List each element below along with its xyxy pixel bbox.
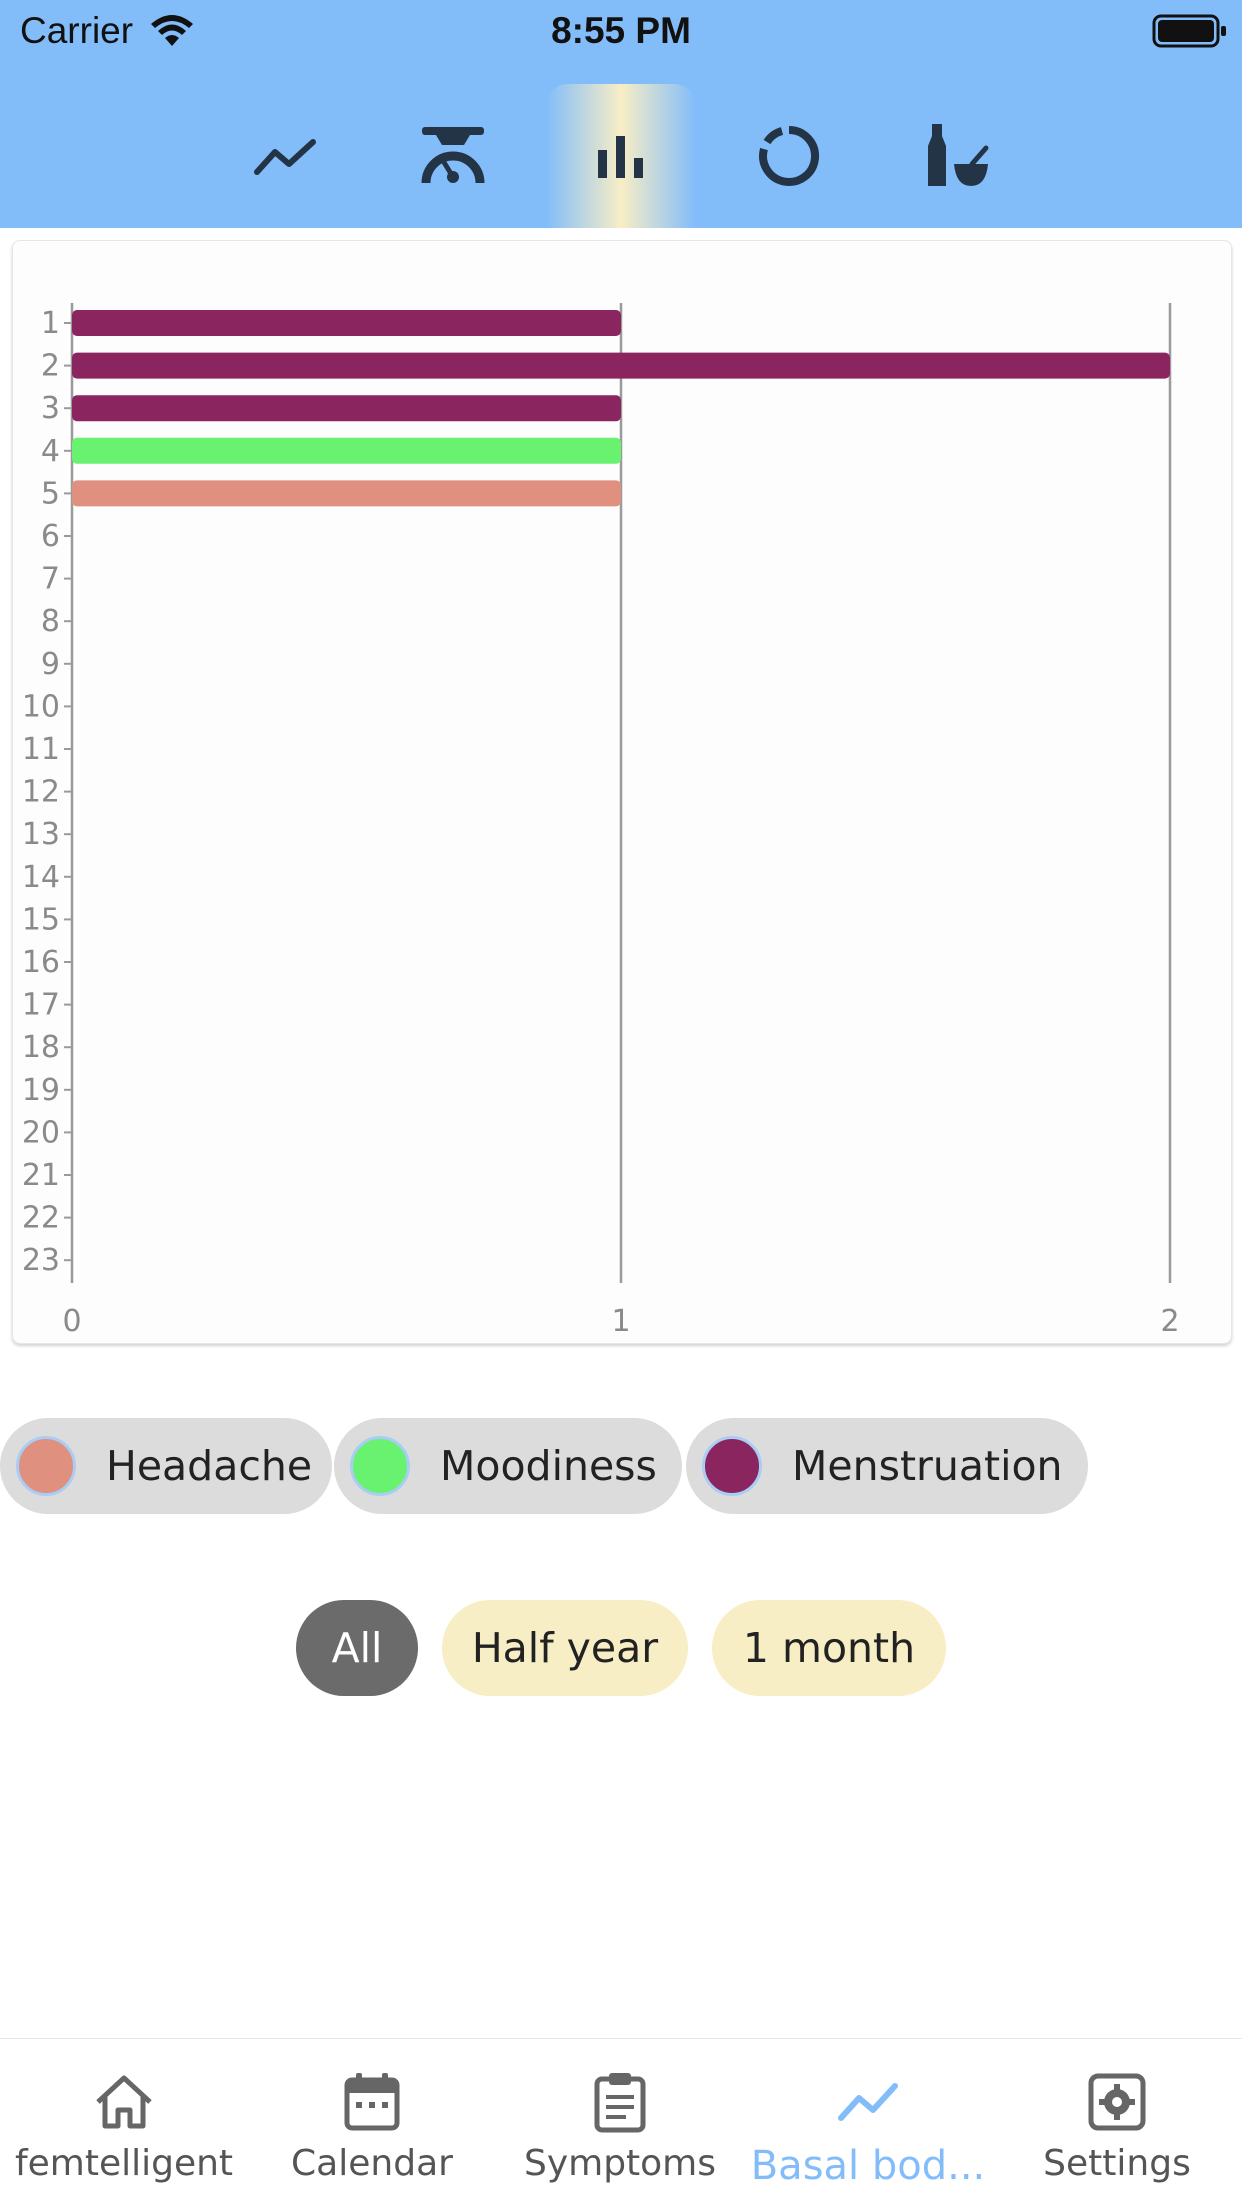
x-tick-label: 0 [62,1304,81,1339]
y-tick-label: 10 [22,689,60,724]
y-tick-label: 4 [41,434,60,469]
clipboard-icon [594,2069,646,2135]
y-tick-label: 13 [22,817,60,852]
tab-donut-chart[interactable] [714,84,864,228]
y-tick-label: 23 [22,1243,60,1278]
y-tick-label: 5 [41,476,60,511]
home-icon [94,2069,154,2135]
legend-chip-moodiness[interactable]: Moodiness [334,1418,682,1514]
y-tick-label: 2 [41,349,60,384]
x-tick-label: 2 [1160,1304,1179,1339]
y-tick-label: 14 [22,860,60,895]
bar-menstruation [72,310,621,336]
legend-label: Menstruation [792,1442,1063,1490]
tab-label: femtelligent [14,2143,234,2184]
tab-bar-chart[interactable] [546,84,696,228]
tab-label: Settings [1043,2143,1191,2184]
bar-chart: 0 1 21234567891011121314151617181920212223 [22,303,1180,1339]
y-tick-label: 11 [22,732,60,767]
tab-medication[interactable] [882,84,1032,228]
mortar-pestle-icon [928,124,989,186]
calendar-icon [344,2069,400,2135]
y-tick-label: 15 [22,902,60,937]
line-chart-icon [837,2069,899,2135]
legend-label: Headache [106,1442,313,1490]
bar-menstruation [72,395,621,422]
bar-chart-icon [598,136,643,178]
gear-icon [1088,2069,1146,2135]
legend-swatch-menstruation [702,1436,762,1496]
donut-chart-icon [759,126,820,186]
y-tick-label: 21 [22,1158,60,1193]
chart-card: 0 1 2 1 2 3 4 5 6 7 8 9 10 11 12 13 14 15 16 17 18 19 20 21 22 23 [12,240,1232,1344]
tab-label: Symptoms [523,2143,717,2184]
chart-type-tabs [0,84,1242,228]
gauge-icon [421,127,485,184]
tab-femtelligent[interactable]: femtelligent [0,2039,248,2209]
status-time: 8:55 PM [551,10,691,51]
legend-label: Moodiness [440,1442,657,1490]
y-tick-label: 18 [22,1030,60,1065]
tab-basal-body[interactable]: Basal bod... [744,2039,992,2209]
y-tick-label: 16 [22,945,60,980]
range-half-year-button[interactable]: Half year [442,1600,688,1696]
tab-gauge[interactable] [378,84,528,228]
bar-headache [72,480,621,507]
tab-calendar[interactable]: Calendar [248,2039,496,2209]
y-tick-label: 20 [22,1115,60,1150]
y-tick-label: 17 [22,988,60,1023]
range-all-button[interactable]: All [296,1600,418,1696]
y-tick-label: 12 [22,775,60,810]
y-tick-label: 19 [22,1073,60,1108]
bar-moodiness [72,437,621,464]
tab-label: Calendar [291,2143,453,2184]
legend-swatch-moodiness [350,1436,410,1496]
y-tick-label: 3 [41,391,60,426]
legend-swatch-headache [16,1436,76,1496]
y-tick-label: 9 [41,647,60,682]
y-tick-label: 1 [41,306,60,341]
line-chart-icon [254,139,316,175]
bar-menstruation [72,352,1170,379]
top-header: Carrier 8:55 PM [0,0,1242,228]
battery-icon [1152,14,1228,52]
y-tick-label: 6 [41,519,60,554]
y-tick-label: 22 [22,1201,60,1236]
y-tick-label: 8 [41,604,60,639]
tab-label: Basal bod... [750,2143,986,2189]
y-tick-label: 7 [41,562,60,597]
x-tick-label: 1 [611,1304,630,1339]
range-1-month-button[interactable]: 1 month [712,1600,946,1696]
tab-line-chart[interactable] [210,84,360,228]
legend-chip-headache[interactable]: Headache [0,1418,332,1514]
legend-chip-menstruation[interactable]: Menstruation [686,1418,1088,1514]
tab-symptoms[interactable]: Symptoms [496,2039,744,2209]
tab-settings[interactable]: Settings [992,2039,1242,2209]
bottom-tab-bar: femtelligent Calendar Symptoms Basal bod… [0,2038,1242,2209]
